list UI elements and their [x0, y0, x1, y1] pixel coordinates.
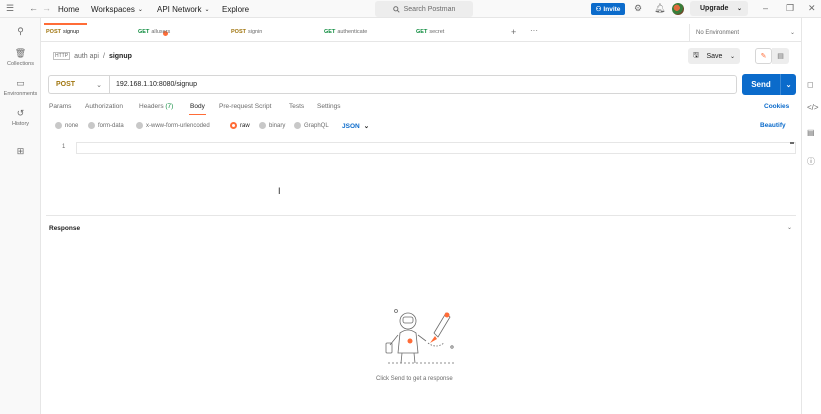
invite-button[interactable]: ⚇ Invite — [591, 3, 625, 15]
nav-workspaces[interactable]: Workspaces ⌄ — [91, 0, 143, 18]
nav-explore[interactable]: Explore — [222, 0, 249, 18]
bell-icon[interactable]: 🔔︎ — [654, 3, 665, 14]
chevron-down-icon: ⌄ — [137, 6, 143, 13]
line-number: 1 — [62, 144, 66, 150]
minimize-icon[interactable]: – — [763, 3, 768, 13]
comment-icon[interactable]: ◻ — [807, 80, 814, 89]
trash-box-icon: 🗑︎ — [14, 48, 27, 58]
save-icon: 🖫 — [693, 51, 699, 59]
pencil-icon: ✎ — [760, 53, 767, 60]
code-icon[interactable]: </> — [807, 103, 819, 112]
documentation-button[interactable]: ▤ — [772, 48, 789, 64]
new-tab-plus-icon[interactable]: + — [511, 27, 516, 37]
nav-api-network[interactable]: API Network ⌄ — [157, 0, 210, 18]
breadcrumb-parent[interactable]: auth api — [74, 53, 99, 60]
nav-home[interactable]: Home — [58, 0, 79, 18]
beautify-link[interactable]: Beautify — [760, 122, 786, 129]
radio-dot — [136, 122, 143, 129]
chevron-down-icon: ⌄ — [729, 53, 735, 60]
tab-signin[interactable]: POST signin — [231, 29, 262, 35]
tab-prerequest-script[interactable]: Pre-request Script — [219, 103, 271, 110]
left-sidebar: ⚲ 🗑︎ Collections ▭ Environments ↺ History ⊞ — [0, 18, 41, 414]
chevron-down-icon: ⌄ — [363, 123, 370, 130]
radio-graphql[interactable]: GraphQL — [294, 122, 329, 129]
radio-dot — [259, 122, 266, 129]
radio-binary[interactable]: binary — [259, 122, 285, 129]
top-bar: ☰ ← → Home Workspaces ⌄ API Network ⌄ Expl… — [0, 0, 821, 18]
tab-authenticate[interactable]: GET authenticate — [324, 29, 367, 35]
chevron-down-icon[interactable]: ⌄ — [787, 224, 792, 231]
chevron-down-icon: ⌄ — [96, 81, 102, 89]
back-arrow-icon[interactable]: ← — [29, 3, 38, 13]
right-sidebar: ◻ </> ▤ ⓘ — [801, 18, 821, 414]
response-title[interactable]: Response — [49, 225, 80, 232]
editor-current-line[interactable] — [76, 142, 796, 154]
tab-body[interactable]: Body — [189, 103, 206, 115]
tab-authorization[interactable]: Authorization — [85, 103, 123, 110]
request-tabs-bar: POST signup GET allusers POST signin GET aut… — [41, 23, 801, 42]
radio-none[interactable]: none — [55, 122, 78, 129]
menu-icon[interactable]: ☰ — [6, 3, 14, 14]
avatar[interactable] — [672, 3, 684, 15]
search-input[interactable]: Search Postman — [375, 1, 473, 17]
body-format-select[interactable]: JSON ⌄ — [342, 122, 370, 131]
chevron-down-icon: ⌄ — [204, 6, 210, 13]
http-request-icon: HTTP — [53, 52, 71, 60]
environment-select[interactable]: No Environment ⌄ — [689, 24, 801, 41]
sidebar-item-account[interactable]: ⚲ — [0, 26, 41, 39]
history-icon: ↺ — [16, 108, 25, 118]
upgrade-button[interactable]: Upgrade ⌄ — [690, 1, 748, 16]
response-hint: Click Send to get a response — [376, 376, 453, 382]
tab-secret[interactable]: GET secret — [416, 29, 444, 35]
forward-arrow-icon[interactable]: → — [42, 3, 51, 13]
radio-dot — [55, 122, 62, 129]
tab-params[interactable]: Params — [49, 103, 71, 110]
apps-icon: ⊞ — [16, 146, 25, 156]
document-icon[interactable]: ▤ — [807, 128, 815, 137]
astronaut-illustration-icon — [385, 309, 456, 364]
tab-allusers[interactable]: GET allusers — [138, 29, 170, 35]
method-select[interactable]: POST ⌄ — [48, 75, 109, 94]
environment-icon: ▭ — [16, 78, 25, 88]
tab-headers[interactable]: Headers (7) — [139, 103, 173, 110]
info-icon[interactable]: ⓘ — [807, 156, 815, 167]
radio-dot — [230, 122, 237, 129]
add-user-icon: ⚇ — [595, 6, 602, 13]
text-cursor-icon: I — [278, 186, 281, 196]
editor-scrollbar[interactable] — [790, 142, 794, 144]
radio-raw[interactable]: raw — [230, 122, 250, 129]
sidebar-item-collections[interactable]: 🗑︎ Collections — [0, 48, 41, 67]
headers-count: (7) — [165, 103, 174, 110]
settings-icon[interactable]: ⚙ — [634, 3, 642, 14]
body-editor[interactable]: 1 — [46, 140, 796, 216]
sidebar-item-environments[interactable]: ▭ Environments — [0, 78, 41, 97]
edit-button[interactable]: ✎ — [755, 48, 772, 64]
chevron-down-icon: ⌄ — [789, 30, 795, 36]
chevron-down-icon[interactable]: ⌄ — [780, 74, 796, 95]
sidebar-item-history[interactable]: ↺ History — [0, 108, 41, 127]
chevron-down-icon: ⌄ — [736, 6, 742, 12]
tab-tests[interactable]: Tests — [289, 103, 304, 110]
document-icon: ▤ — [777, 53, 784, 60]
person-icon: ⚲ — [17, 26, 24, 36]
restore-icon[interactable]: ❐ — [786, 3, 794, 14]
close-icon[interactable]: ✕ — [808, 3, 816, 14]
search-icon — [392, 5, 400, 13]
radio-urlencoded[interactable]: x-www-form-urlencoded — [136, 122, 210, 129]
cookies-link[interactable]: Cookies — [764, 103, 789, 110]
url-input[interactable]: 192.168.1.10:8080/signup — [109, 75, 737, 94]
send-button[interactable]: Send ⌄ — [742, 74, 796, 95]
radio-form-data[interactable]: form-data — [88, 122, 124, 129]
save-button[interactable]: 🖫 Save ⌄ — [688, 48, 740, 64]
sidebar-item-configure[interactable]: ⊞ — [0, 146, 41, 159]
breadcrumb-separator: / — [102, 52, 105, 60]
tab-settings[interactable]: Settings — [317, 103, 341, 110]
more-tabs-icon[interactable]: ··· — [530, 26, 538, 35]
tab-signup[interactable]: POST signup — [43, 23, 88, 35]
breadcrumb-current[interactable]: signup — [109, 53, 132, 60]
breadcrumb: HTTP auth api / signup — [53, 52, 132, 60]
radio-dot — [294, 122, 301, 129]
radio-dot — [88, 122, 95, 129]
